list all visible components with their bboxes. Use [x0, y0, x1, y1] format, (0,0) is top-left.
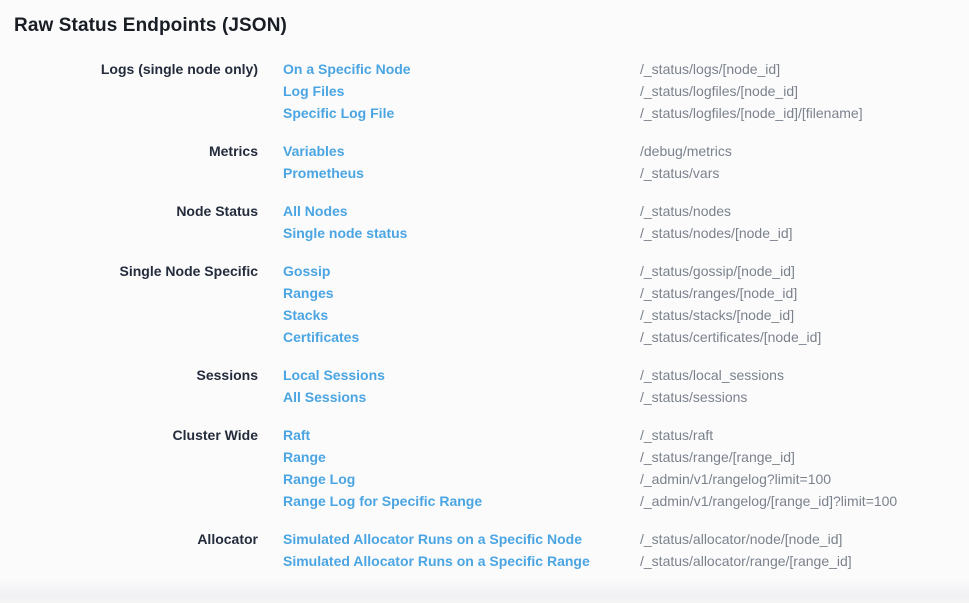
endpoint-row: Single node status/_status/nodes/[node_i…: [283, 222, 793, 244]
endpoint-group: Allocator Simulated Allocator Runs on a S…: [0, 528, 969, 572]
endpoint-path: /_status/range/[range_id]: [640, 446, 795, 468]
category-label: Metrics: [0, 140, 258, 162]
endpoint-row: Local Sessions/_status/local_sessions: [283, 364, 784, 386]
endpoint-rows: Variables/debug/metricsPrometheus/_statu…: [283, 140, 732, 184]
endpoint-rows: Raft/_status/raftRange/_status/range/[ra…: [283, 424, 897, 512]
endpoint-path: /_admin/v1/rangelog/[range_id]?limit=100: [640, 490, 897, 512]
endpoint-link[interactable]: All Nodes: [283, 200, 640, 222]
endpoint-row: Range/_status/range/[range_id]: [283, 446, 897, 468]
endpoint-path: /_status/ranges/[node_id]: [640, 282, 797, 304]
endpoint-path: /_status/logfiles/[node_id]: [640, 80, 798, 102]
category-label: Sessions: [0, 364, 258, 386]
endpoint-row: Log Files/_status/logfiles/[node_id]: [283, 80, 863, 102]
endpoint-path: /_status/logs/[node_id]: [640, 58, 780, 80]
page-title: Raw Status Endpoints (JSON): [0, 0, 969, 39]
endpoint-path: /_status/stacks/[node_id]: [640, 304, 794, 326]
endpoint-path: /_status/nodes: [640, 200, 731, 222]
endpoint-path: /_status/allocator/range/[range_id]: [640, 550, 852, 572]
endpoint-path: /_admin/v1/rangelog?limit=100: [640, 468, 831, 490]
category-label: Logs (single node only): [0, 58, 258, 80]
endpoint-group: Metrics Variables/debug/metricsPrometheus…: [0, 140, 969, 184]
endpoint-link[interactable]: Prometheus: [283, 162, 640, 184]
endpoint-group: Cluster Wide Raft/_status/raftRange/_stat…: [0, 424, 969, 512]
endpoint-link[interactable]: Range Log for Specific Range: [283, 490, 640, 512]
endpoint-link[interactable]: Specific Log File: [283, 102, 640, 124]
endpoint-link[interactable]: Ranges: [283, 282, 640, 304]
endpoint-row: On a Specific Node/_status/logs/[node_id…: [283, 58, 863, 80]
endpoint-rows: All Nodes/_status/nodesSingle node statu…: [283, 200, 793, 244]
endpoint-link[interactable]: Range: [283, 446, 640, 468]
endpoint-link[interactable]: Range Log: [283, 468, 640, 490]
endpoint-path: /_status/vars: [640, 162, 719, 184]
endpoint-row: Stacks/_status/stacks/[node_id]: [283, 304, 821, 326]
endpoint-link[interactable]: Gossip: [283, 260, 640, 282]
endpoint-link[interactable]: Single node status: [283, 222, 640, 244]
endpoint-row: Range Log/_admin/v1/rangelog?limit=100: [283, 468, 897, 490]
endpoint-link[interactable]: All Sessions: [283, 386, 640, 408]
endpoint-group: Logs (single node only) On a Specific Nod…: [0, 58, 969, 124]
endpoint-row: Simulated Allocator Runs on a Specific N…: [283, 528, 852, 550]
endpoint-link[interactable]: Stacks: [283, 304, 640, 326]
endpoint-group: Sessions Local Sessions/_status/local_ses…: [0, 364, 969, 408]
endpoint-row: Simulated Allocator Runs on a Specific R…: [283, 550, 852, 572]
endpoint-path: /_status/local_sessions: [640, 364, 784, 386]
endpoint-row: All Sessions/_status/sessions: [283, 386, 784, 408]
endpoint-link[interactable]: Raft: [283, 424, 640, 446]
endpoint-rows: Local Sessions/_status/local_sessionsAll…: [283, 364, 784, 408]
endpoint-path: /_status/allocator/node/[node_id]: [640, 528, 842, 550]
endpoint-path: /_status/raft: [640, 424, 713, 446]
endpoint-table: Logs (single node only) On a Specific Nod…: [0, 58, 969, 572]
endpoint-path: /_status/gossip/[node_id]: [640, 260, 795, 282]
endpoint-link[interactable]: On a Specific Node: [283, 58, 640, 80]
endpoint-path: /debug/metrics: [640, 140, 732, 162]
endpoint-rows: On a Specific Node/_status/logs/[node_id…: [283, 58, 863, 124]
endpoint-path: /_status/logfiles/[node_id]/[filename]: [640, 102, 863, 124]
category-label: Cluster Wide: [0, 424, 258, 446]
endpoint-row: Raft/_status/raft: [283, 424, 897, 446]
endpoint-path: /_status/nodes/[node_id]: [640, 222, 793, 244]
raw-status-endpoints-page: Raw Status Endpoints (JSON) Logs (single…: [0, 0, 969, 603]
endpoint-link[interactable]: Simulated Allocator Runs on a Specific R…: [283, 550, 640, 572]
endpoint-row: Ranges/_status/ranges/[node_id]: [283, 282, 821, 304]
endpoint-path: /_status/sessions: [640, 386, 747, 408]
endpoint-link[interactable]: Simulated Allocator Runs on a Specific N…: [283, 528, 640, 550]
endpoint-path: /_status/certificates/[node_id]: [640, 326, 821, 348]
endpoint-rows: Simulated Allocator Runs on a Specific N…: [283, 528, 852, 572]
endpoint-row: Prometheus/_status/vars: [283, 162, 732, 184]
bottom-fade: [0, 578, 969, 603]
endpoint-row: All Nodes/_status/nodes: [283, 200, 793, 222]
endpoint-row: Range Log for Specific Range/_admin/v1/r…: [283, 490, 897, 512]
category-label: Allocator: [0, 528, 258, 550]
endpoint-link[interactable]: Local Sessions: [283, 364, 640, 386]
endpoint-row: Specific Log File/_status/logfiles/[node…: [283, 102, 863, 124]
endpoint-link[interactable]: Certificates: [283, 326, 640, 348]
endpoint-row: Gossip/_status/gossip/[node_id]: [283, 260, 821, 282]
endpoint-row: Variables/debug/metrics: [283, 140, 732, 162]
endpoint-link[interactable]: Log Files: [283, 80, 640, 102]
endpoint-group: Node Status All Nodes/_status/nodesSingle…: [0, 200, 969, 244]
endpoint-row: Certificates/_status/certificates/[node_…: [283, 326, 821, 348]
endpoint-link[interactable]: Variables: [283, 140, 640, 162]
category-label: Single Node Specific: [0, 260, 258, 282]
category-label: Node Status: [0, 200, 258, 222]
endpoint-rows: Gossip/_status/gossip/[node_id]Ranges/_s…: [283, 260, 821, 348]
endpoint-group: Single Node Specific Gossip/_status/gossi…: [0, 260, 969, 348]
